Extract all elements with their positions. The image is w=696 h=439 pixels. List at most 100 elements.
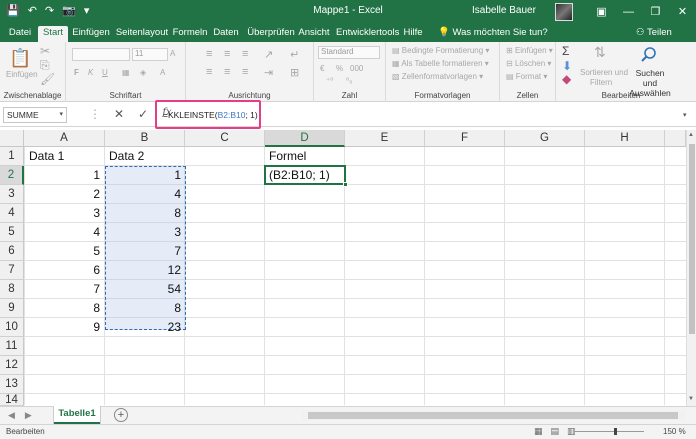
row-header-6[interactable]: 6 [0, 242, 24, 261]
row-header-12[interactable]: 12 [0, 356, 24, 375]
close-button[interactable]: ✕ [669, 0, 696, 24]
column-header-f[interactable]: F [425, 130, 505, 147]
cell-d1[interactable]: Formel [265, 147, 345, 166]
cell-b4[interactable]: 8 [105, 204, 185, 223]
sheet-tab-tabelle1[interactable]: Tabelle1 [54, 406, 100, 424]
row-header-9[interactable]: 9 [0, 299, 24, 318]
cell-b5[interactable]: 3 [105, 223, 185, 242]
cell-a6[interactable]: 5 [24, 242, 104, 261]
copy-icon[interactable]: ⎘ [40, 58, 50, 73]
insert-cells-button[interactable]: ⊞ Einfügen ▾ [506, 46, 553, 55]
underline-icon[interactable]: U [102, 68, 108, 77]
tab-ansicht[interactable]: Ansicht [298, 26, 330, 42]
tab-datei[interactable]: Datei [6, 26, 34, 42]
wrap-text-icon[interactable]: ↵ [290, 48, 299, 61]
cell-b10[interactable]: 23 [105, 318, 185, 337]
zoom-slider[interactable] [574, 428, 644, 435]
currency-icon[interactable]: € [320, 64, 324, 73]
redo-icon[interactable]: ↷ [45, 4, 54, 18]
cell-b7[interactable]: 12 [105, 261, 185, 280]
cell-styles-button[interactable]: ▧ Zellenformatvorlagen ▾ [392, 72, 483, 81]
cell-d2[interactable]: (B2:B10; 1) [265, 166, 345, 185]
cell-a7[interactable]: 6 [24, 261, 104, 280]
expand-formula-icon[interactable]: ▾ [683, 111, 687, 119]
cell-a4[interactable]: 3 [24, 204, 104, 223]
row-header-13[interactable]: 13 [0, 375, 24, 394]
cell-a8[interactable]: 7 [24, 280, 104, 299]
enter-icon[interactable]: ✓ [136, 107, 150, 121]
row-header-14[interactable]: 14 [0, 394, 24, 406]
italic-icon[interactable]: K [88, 68, 93, 77]
avatar[interactable] [555, 3, 573, 21]
page-layout-view-icon[interactable]: ▤ [551, 426, 560, 437]
align-top-icon[interactable]: ≡ [206, 48, 212, 60]
vertical-scrollbar[interactable]: ▲ ▼ [686, 130, 696, 406]
format-painter-icon[interactable]: 🖌 [40, 72, 55, 86]
tab-daten[interactable]: Daten [211, 26, 241, 42]
row-header-1[interactable]: 1 [0, 147, 24, 166]
row-header-8[interactable]: 8 [0, 280, 24, 299]
row-header-2[interactable]: 2 [0, 166, 24, 185]
cell-a9[interactable]: 8 [24, 299, 104, 318]
tab-hilfe[interactable]: Hilfe [398, 26, 428, 42]
camera-icon[interactable]: 📷 [62, 4, 76, 18]
sort-filter-label-1[interactable]: Sortieren und [580, 68, 628, 77]
save-icon[interactable]: 💾 [6, 4, 20, 18]
cell-b2[interactable]: 1 [105, 166, 185, 185]
cell-a3[interactable]: 2 [24, 185, 104, 204]
cancel-icon[interactable]: ✕ [112, 107, 126, 121]
row-header-3[interactable]: 3 [0, 185, 24, 204]
column-header-a[interactable]: A [24, 130, 105, 147]
more-icon[interactable]: ⋮ [88, 107, 102, 121]
ribbon-display-icon[interactable]: ▣ [588, 0, 615, 24]
tab-start[interactable]: Start [38, 26, 68, 42]
sheet-prev-icon[interactable]: ◀ [8, 410, 15, 421]
indent-icon[interactable]: ⇥ [264, 66, 273, 79]
cell-b6[interactable]: 7 [105, 242, 185, 261]
share-button[interactable]: ⚇ Teilen [636, 27, 672, 38]
row-header-11[interactable]: 11 [0, 337, 24, 356]
normal-view-icon[interactable]: ▦ [534, 426, 543, 437]
column-header-c[interactable]: C [185, 130, 265, 147]
column-header-h[interactable]: H [585, 130, 665, 147]
font-name-select[interactable] [72, 48, 130, 61]
zoom-level[interactable]: 150 % [663, 427, 686, 436]
cell-b8[interactable]: 54 [105, 280, 185, 299]
grow-font-icon[interactable]: A [170, 49, 175, 58]
scroll-up-icon[interactable]: ▲ [688, 132, 694, 138]
find-select-button[interactable]: Suchen und Auswählen [628, 68, 672, 98]
percent-icon[interactable]: % [336, 64, 343, 73]
font-size-select[interactable]: 11 [132, 48, 168, 61]
row-header-7[interactable]: 7 [0, 261, 24, 280]
undo-icon[interactable]: ↶ [28, 4, 37, 18]
font-color-icon[interactable]: A [160, 68, 165, 77]
sort-filter-icon[interactable]: ⇅ [594, 44, 606, 61]
align-right-icon[interactable]: ≡ [242, 66, 248, 78]
decrease-decimal-icon[interactable]: ⁰₀ [346, 76, 353, 85]
orientation-icon[interactable]: ↗ [264, 48, 273, 61]
tab-ueberpruefen[interactable]: Überprüfen [245, 26, 297, 42]
cut-icon[interactable]: ✂ [40, 44, 50, 58]
cell-a10[interactable]: 9 [24, 318, 104, 337]
minimize-button[interactable]: — [615, 0, 642, 24]
sort-filter-label-2[interactable]: Filtern [590, 78, 612, 87]
user-name[interactable]: Isabelle Bauer [472, 5, 536, 16]
cell-a1[interactable]: Data 1 [25, 147, 105, 166]
cell-a2[interactable]: 1 [24, 166, 104, 185]
row-header-10[interactable]: 10 [0, 318, 24, 337]
select-all-corner[interactable] [0, 130, 24, 147]
thousands-icon[interactable]: 000 [350, 64, 363, 73]
align-center-icon[interactable]: ≡ [224, 66, 230, 78]
vertical-scroll-thumb[interactable] [689, 144, 695, 334]
paste-icon[interactable]: 📋 [9, 48, 31, 69]
column-header-d[interactable]: D [265, 130, 345, 147]
tell-me-search[interactable]: 💡 Was möchten Sie tun? [438, 27, 548, 38]
horizontal-scroll-thumb[interactable] [308, 412, 678, 419]
scroll-down-icon[interactable]: ▼ [688, 396, 694, 402]
row-header-5[interactable]: 5 [0, 223, 24, 242]
row-header-4[interactable]: 4 [0, 204, 24, 223]
increase-decimal-icon[interactable]: ⁺⁰ [326, 76, 333, 85]
search-icon[interactable] [640, 46, 658, 64]
merge-icon[interactable]: ⊞ [290, 66, 299, 79]
autosum-icon[interactable]: Σ [562, 44, 569, 58]
